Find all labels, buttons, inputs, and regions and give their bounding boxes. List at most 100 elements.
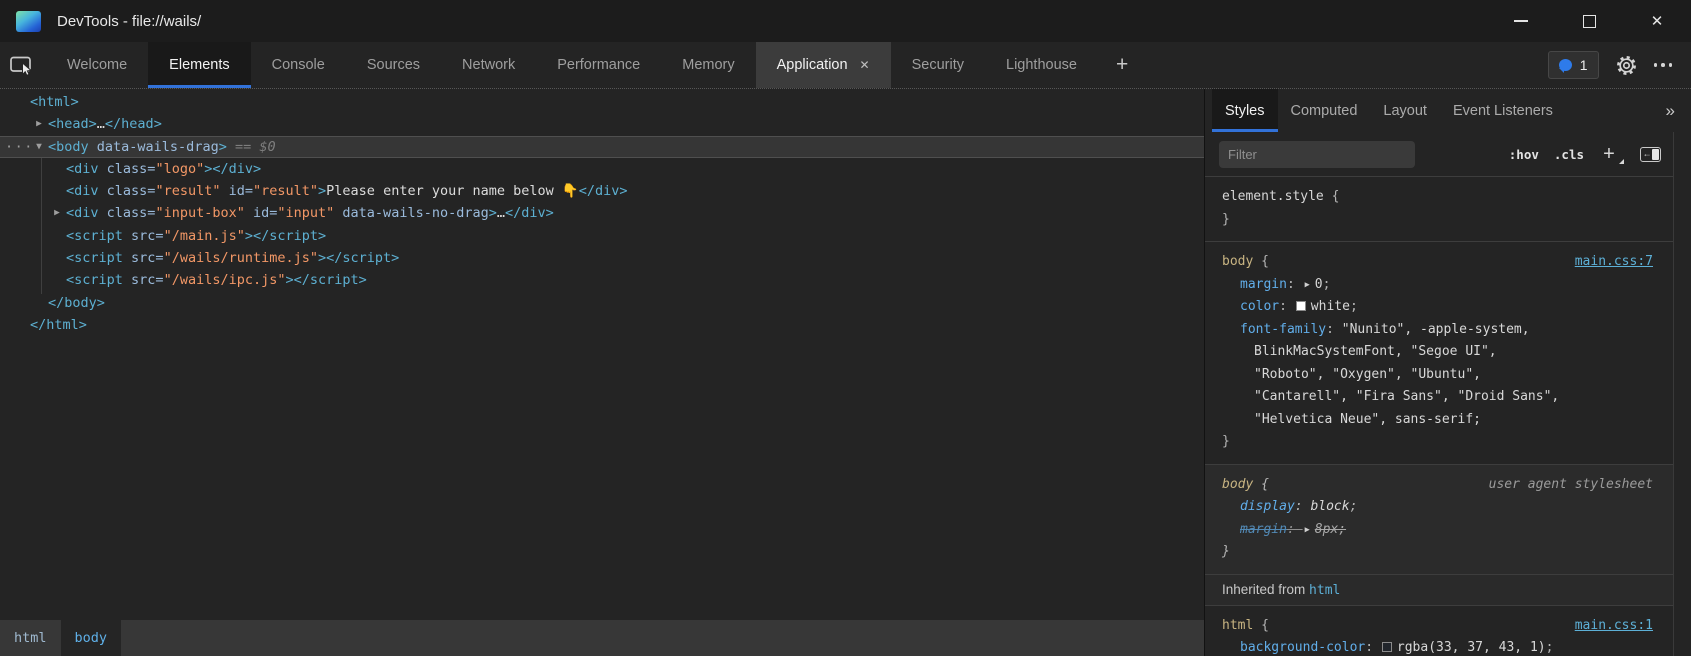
breadcrumb-html[interactable]: html: [0, 620, 61, 656]
tab-performance[interactable]: Performance: [536, 42, 661, 88]
css-rule-line[interactable]: color: white;: [1205, 296, 1673, 319]
code-token: <div: [66, 161, 99, 177]
inspect-element-button[interactable]: [0, 42, 46, 88]
tab-label: Styles: [1225, 103, 1265, 119]
code-token: <script: [66, 250, 123, 266]
toggle-pseudo-state-button[interactable]: :hov: [1509, 147, 1539, 162]
tab-lighthouse[interactable]: Lighthouse: [985, 42, 1098, 88]
main-tab-strip: WelcomeElementsConsoleSources Network Perf…: [46, 42, 1098, 88]
maximize-button[interactable]: [1555, 0, 1623, 42]
css-rule-line[interactable]: BlinkMacSystemFont, "Segoe UI",: [1205, 341, 1673, 364]
tab-layout[interactable]: Layout: [1370, 89, 1440, 132]
dom-node-row[interactable]: ▶<head>…</head>: [0, 113, 1204, 135]
css-rule-line[interactable]: body {user agent stylesheet: [1205, 474, 1673, 497]
dom-node-row[interactable]: <script src="/wails/ipc.js"></script>: [0, 269, 1204, 291]
css-rule-line[interactable]: background-color: rgba(33, 37, 43, 1);: [1205, 637, 1673, 656]
toggle-element-classes-button[interactable]: .cls: [1554, 147, 1584, 162]
css-rule-line[interactable]: font-family: "Nunito", -apple-system,: [1205, 319, 1673, 342]
stylesheet-link[interactable]: main.css:1: [1575, 615, 1653, 638]
dom-node-row[interactable]: <div class="result" id="result">Please e…: [0, 180, 1204, 202]
inherited-node-link[interactable]: html: [1309, 583, 1340, 598]
code-token: "result": [253, 183, 318, 199]
expand-value-icon[interactable]: ▶: [1305, 519, 1310, 542]
tab-memory[interactable]: Memory: [661, 42, 755, 88]
stylesheet-link[interactable]: main.css:7: [1575, 251, 1653, 274]
code-token: "Cantarell", "Fira Sans", "Droid Sans",: [1254, 389, 1559, 404]
tab-application[interactable]: Application✕: [756, 42, 891, 88]
code-token: <script: [66, 272, 123, 288]
more-tools-button[interactable]: +: [1098, 42, 1146, 88]
collapse-arrow-icon[interactable]: ▼: [33, 137, 45, 157]
dom-node-row[interactable]: </html>: [0, 314, 1204, 336]
css-rule-line[interactable]: display: block;: [1205, 496, 1673, 519]
tab-elements[interactable]: Elements: [148, 42, 250, 88]
css-rule-line[interactable]: "Cantarell", "Fira Sans", "Droid Sans",: [1205, 386, 1673, 409]
code-token: id=: [229, 183, 253, 199]
css-rule-line[interactable]: }: [1205, 431, 1673, 454]
dom-node-row[interactable]: ▶<div class="input-box" id="input" data-…: [0, 202, 1204, 224]
tab-event-listeners[interactable]: Event Listeners: [1440, 89, 1566, 132]
css-rule-line[interactable]: margin: ▶0;: [1205, 274, 1673, 297]
code-token: id=: [253, 205, 277, 221]
expand-value-icon[interactable]: ▶: [1305, 274, 1310, 297]
expand-arrow-icon[interactable]: ▶: [51, 202, 63, 224]
code-token: }: [1222, 212, 1230, 227]
css-rule-line[interactable]: element.style {: [1205, 186, 1673, 209]
tab-welcome[interactable]: Welcome: [46, 42, 148, 88]
issues-counter-button[interactable]: 1: [1548, 51, 1599, 79]
node-options-dots[interactable]: ···: [5, 137, 34, 157]
code-token: {: [1261, 254, 1269, 269]
code-token: <html>: [30, 94, 79, 110]
dom-node-row[interactable]: <div class="logo"></div>: [0, 158, 1204, 180]
css-rule-line[interactable]: }: [1205, 209, 1673, 232]
settings-gear-icon[interactable]: [1616, 55, 1637, 76]
code-token: margin: [1240, 277, 1287, 292]
more-options-icon[interactable]: [1654, 63, 1673, 67]
code-token: "/wails/runtime.js": [164, 250, 318, 266]
toggle-computed-sidebar-icon[interactable]: [1640, 147, 1661, 162]
tab-styles[interactable]: Styles: [1212, 89, 1278, 132]
breadcrumb-body[interactable]: body: [61, 620, 122, 656]
css-rule-line[interactable]: html {main.css:1: [1205, 615, 1673, 638]
code-token: display: [1240, 499, 1295, 514]
tab-computed[interactable]: Computed: [1278, 89, 1371, 132]
color-swatch[interactable]: [1296, 301, 1306, 311]
color-swatch[interactable]: [1382, 642, 1392, 652]
inherited-from-label: Inherited from: [1222, 582, 1309, 597]
code-token: src=: [131, 228, 164, 244]
tab-console[interactable]: Console: [251, 42, 346, 88]
tab-label: Lighthouse: [1006, 57, 1077, 73]
tab-network[interactable]: Network: [441, 42, 536, 88]
styles-filter-input[interactable]: [1219, 141, 1415, 168]
plus-icon: +: [1116, 53, 1128, 77]
dom-node-row[interactable]: <script src="/main.js"></script>: [0, 225, 1204, 247]
minimize-button[interactable]: [1487, 0, 1555, 42]
more-tabs-chevron-icon[interactable]: »: [1650, 101, 1691, 121]
css-rule-line[interactable]: "Roboto", "Oxygen", "Ubuntu",: [1205, 364, 1673, 387]
styles-scrollbar[interactable]: [1673, 132, 1691, 656]
tab-security[interactable]: Security: [891, 42, 985, 88]
css-rule-line[interactable]: margin: ▶8px;: [1205, 519, 1673, 542]
css-rule-line[interactable]: "Helvetica Neue", sans-serif;: [1205, 409, 1673, 432]
css-rule-line[interactable]: body {main.css:7: [1205, 251, 1673, 274]
dom-node-row[interactable]: <script src="/wails/runtime.js"></script…: [0, 247, 1204, 269]
styles-pane: :hov .cls + element.style {} body { main.c…: [1205, 132, 1673, 656]
code-token: :: [1295, 499, 1311, 514]
code-token: ;: [1546, 640, 1554, 655]
code-token: body: [1222, 477, 1261, 492]
code-token: "/main.js": [164, 228, 245, 244]
css-rule-line[interactable]: }: [1205, 541, 1673, 564]
code-token: [89, 139, 97, 155]
dom-node-row[interactable]: ···▼<body data-wails-drag> == $0: [0, 136, 1204, 158]
close-tab-icon[interactable]: ✕: [860, 58, 870, 72]
dom-tree: <html> ▶<head>…</head>···▼<body data-wail…: [0, 89, 1204, 620]
expand-arrow-icon[interactable]: ▶: [33, 113, 45, 135]
styles-sidebar: Styles ComputedLayoutEvent Listeners » :ho…: [1204, 89, 1691, 656]
code-token: "Roboto", "Oxygen", "Ubuntu",: [1254, 367, 1481, 382]
tab-label: Network: [462, 57, 515, 73]
tab-sources[interactable]: Sources: [346, 42, 441, 88]
dom-node-row[interactable]: <html>: [0, 91, 1204, 113]
new-style-rule-button[interactable]: +: [1599, 145, 1619, 163]
close-button[interactable]: ✕: [1623, 0, 1691, 42]
dom-node-row[interactable]: </body>: [0, 292, 1204, 314]
